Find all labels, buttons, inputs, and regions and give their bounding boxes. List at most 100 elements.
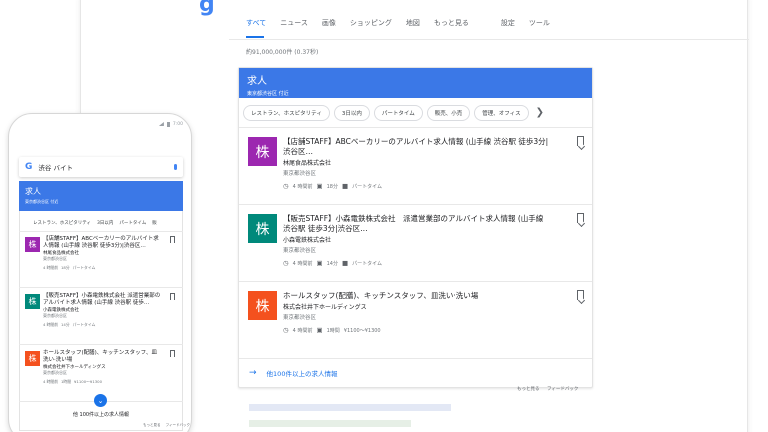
card-footer: もっと見る フィードバック bbox=[511, 386, 578, 392]
phone-job-listing[interactable]: 株 【店舗STAFF】ABCベーカリーのアルバイト求人情報 (山手線 渋谷駅 徒… bbox=[19, 232, 183, 288]
briefcase-icon: ■ bbox=[341, 259, 349, 267]
clock-icon: ◷ bbox=[283, 326, 289, 334]
filter-chips: レストラン、ホスピタリティ 3日以内 パートタイム 販売、小売 管理、オフィス … bbox=[239, 98, 592, 128]
more-jobs-link[interactable]: → 他100件以上の求人情報 bbox=[239, 359, 592, 386]
company-logo: 株 bbox=[25, 294, 40, 309]
signal-icon bbox=[158, 122, 164, 126]
posted-time: 4 時間前 bbox=[292, 183, 313, 190]
google-logo[interactable]: g bbox=[199, 0, 215, 17]
job-title[interactable]: 【店舗STAFF】ABCベーカリーのアルバイト求人情報 (山手線 渋谷駅 徒歩3… bbox=[283, 137, 553, 157]
microphone-icon[interactable] bbox=[174, 164, 177, 170]
feedback-link[interactable]: フィードバック bbox=[547, 387, 578, 392]
company-logo: 株 bbox=[25, 351, 40, 366]
job-type: パートタイム bbox=[352, 260, 383, 267]
job-listing[interactable]: 株 ホールスタッフ(配膳)、キッチンスタッフ、皿洗い·洗い場 株式会社井下ホール… bbox=[239, 282, 592, 359]
company-logo: 株 bbox=[25, 237, 40, 252]
more-link[interactable]: もっと見る bbox=[143, 423, 161, 427]
job-location: 東京都渋谷区 bbox=[43, 370, 67, 375]
company-logo: 株 bbox=[248, 137, 277, 166]
google-g-icon: G bbox=[25, 162, 33, 172]
arrow-right-icon: → bbox=[249, 367, 257, 378]
posted-time: 4 時間前 bbox=[43, 379, 59, 384]
bookmark-icon[interactable] bbox=[577, 136, 584, 146]
phone-more-jobs[interactable]: 他 100件以上の求人情報 bbox=[19, 411, 183, 418]
clock-icon: ◷ bbox=[283, 182, 289, 190]
chip-parttime[interactable]: パートタイム bbox=[119, 220, 146, 226]
chip-office[interactable]: 管理、オフィス bbox=[474, 104, 529, 121]
chevron-right-icon[interactable]: ❯ bbox=[536, 107, 544, 118]
bookmark-icon[interactable] bbox=[577, 290, 584, 300]
bookmark-icon[interactable] bbox=[577, 213, 584, 223]
posted-time: 4 時間前 bbox=[43, 322, 59, 327]
job-listing[interactable]: 株 【販売STAFF】小森電鉄株式会社 派遣営業部のアルバイト求人情報 (山手線… bbox=[239, 205, 592, 282]
tab-maps[interactable]: 地図 bbox=[406, 18, 420, 28]
chip-parttime[interactable]: パートタイム bbox=[373, 104, 423, 121]
stage: g すべて ニュース 画像 ショッピング 地図 もっと見る 設定 ツール 約91… bbox=[0, 0, 768, 432]
job-title[interactable]: 【店舗STAFF】ABCベーカリーのアルバイト求人情報 (山手線 渋谷駅 徒歩3… bbox=[43, 236, 161, 250]
job-location: 東京都渋谷区 bbox=[283, 171, 317, 177]
job-title[interactable]: ホールスタッフ(配膳)、キッチンスタッフ、皿洗い·洗い場 bbox=[43, 350, 161, 364]
bookmark-icon[interactable] bbox=[170, 293, 175, 300]
company-logo: 株 bbox=[248, 291, 277, 320]
job-title[interactable]: ホールスタッフ(配膳)、キッチンスタッフ、皿洗い·洗い場 bbox=[283, 291, 553, 301]
posted-time: 4 時間前 bbox=[43, 265, 59, 270]
expand-more-button[interactable]: ⌄ bbox=[94, 394, 107, 407]
result-placeholder bbox=[249, 420, 411, 427]
phone-card-footer: もっと見る フィードバック bbox=[139, 423, 190, 428]
phone-jobs-title: 求人 bbox=[25, 187, 41, 196]
phone-jobs-header[interactable]: 求人 東京都渋谷区 付近 bbox=[19, 181, 183, 211]
job-company: 株式会社井下ホールディングス bbox=[283, 304, 367, 311]
tabs-divider bbox=[229, 39, 749, 40]
battery-icon bbox=[166, 121, 170, 127]
job-meta: 4 時間前 1時間 ¥1100～¥1300 bbox=[43, 379, 183, 385]
more-jobs-label: 他100件以上の求人情報 bbox=[266, 369, 338, 378]
commute-time: 1時間 bbox=[61, 379, 72, 384]
bookmark-icon[interactable] bbox=[170, 350, 175, 357]
bookmark-icon[interactable] bbox=[170, 236, 175, 243]
settings-link[interactable]: 設定 bbox=[501, 18, 515, 28]
tab-all[interactable]: すべて bbox=[246, 18, 266, 28]
clock-icon: ◷ bbox=[283, 259, 289, 267]
chip-retail[interactable]: 販 bbox=[152, 220, 157, 226]
feedback-link[interactable]: フィードバック bbox=[166, 423, 190, 427]
jobs-card: 求人 東京都渋谷区 付近 レストラン、ホスピタリティ 3日以内 パートタイム 販… bbox=[238, 67, 593, 388]
tab-images[interactable]: 画像 bbox=[322, 18, 336, 28]
posted-time: 4 時間前 bbox=[292, 260, 313, 267]
more-link[interactable]: もっと見る bbox=[517, 387, 540, 392]
tools-link[interactable]: ツール bbox=[529, 18, 550, 28]
briefcase-icon: ■ bbox=[341, 182, 349, 190]
chip-retail[interactable]: 販売、小売 bbox=[426, 104, 471, 121]
car-icon: ▣ bbox=[316, 182, 323, 190]
phone-jobs-location: 東京都渋谷区 付近 bbox=[25, 199, 59, 204]
job-title[interactable]: 【販売STAFF】小森電鉄株式会社 派遣営業部のアルバイト求人情報 (山手線 渋… bbox=[283, 214, 553, 234]
jobs-header[interactable]: 求人 東京都渋谷区 付近 bbox=[239, 68, 592, 98]
tab-more[interactable]: もっと見る bbox=[434, 18, 469, 28]
phone-search-input[interactable]: G 渋谷 バイト bbox=[19, 157, 183, 177]
chip-3days[interactable]: 3日以内 bbox=[97, 220, 113, 226]
status-time: 7:00 bbox=[172, 121, 183, 127]
job-type: パートタイム bbox=[72, 265, 96, 270]
job-title[interactable]: 【販売STAFF】小森電鉄株式会社 派遣営業部のアルバイト求人情報 (山手線 渋… bbox=[43, 293, 161, 307]
tab-shopping[interactable]: ショッピング bbox=[350, 18, 392, 28]
salary: ¥1100～¥1300 bbox=[74, 379, 102, 384]
jobs-location: 東京都渋谷区 付近 bbox=[247, 91, 289, 97]
commute-time: 1時間 bbox=[326, 327, 340, 334]
commute-time: 18分 bbox=[61, 265, 70, 270]
tab-news[interactable]: ニュース bbox=[280, 18, 308, 28]
chip-3days[interactable]: 3日以内 bbox=[333, 104, 370, 121]
car-icon: ▣ bbox=[316, 259, 323, 267]
job-company: 小森電鉄株式会社 bbox=[283, 237, 332, 244]
job-location: 東京都渋谷区 bbox=[43, 256, 67, 261]
commute-time: 18分 bbox=[326, 183, 338, 190]
posted-time: 4 時間前 bbox=[292, 327, 313, 334]
company-logo: 株 bbox=[248, 214, 277, 243]
job-meta: ◷ 4 時間前 ▣ 18分 ■ パートタイム bbox=[283, 182, 592, 190]
chip-restaurant[interactable]: レストラン、ホスピタリティ bbox=[33, 220, 91, 226]
phone-job-listing[interactable]: 株 【販売STAFF】小森電鉄株式会社 派遣営業部のアルバイト求人情報 (山手線… bbox=[19, 289, 183, 345]
status-bar: 7:00 bbox=[19, 120, 183, 128]
chip-restaurant[interactable]: レストラン、ホスピタリティ bbox=[243, 104, 330, 121]
result-placeholder bbox=[249, 404, 451, 411]
job-company: 林尾食品株式会社 bbox=[283, 160, 332, 167]
phone-filter-chips: レストラン、ホスピタリティ 3日以内 パートタイム 販 bbox=[19, 214, 183, 232]
job-listing[interactable]: 株 【店舗STAFF】ABCベーカリーのアルバイト求人情報 (山手線 渋谷駅 徒… bbox=[239, 128, 592, 205]
